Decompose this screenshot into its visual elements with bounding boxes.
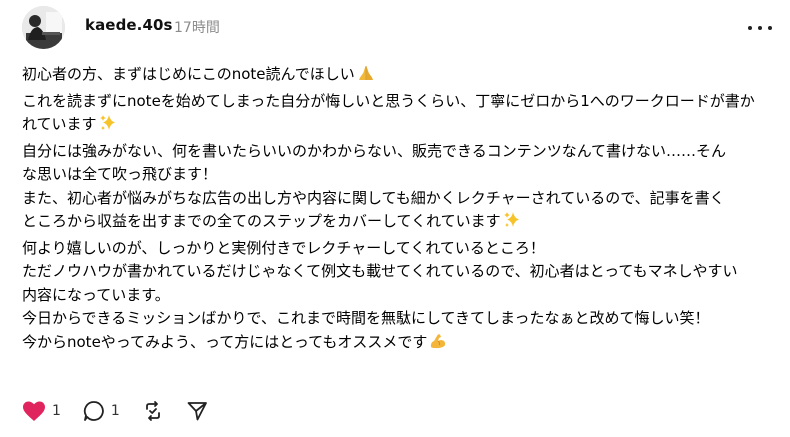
avatar[interactable]: [22, 6, 65, 49]
post-line: な思いは全て吹っ飛びます！: [22, 165, 218, 183]
post-line: これを読まずにnoteを始めてしまった自分が悔しいと思うくらい、丁寧にゼロから1…: [22, 91, 755, 110]
repost-icon: [145, 401, 160, 421]
post-body: 初心者の方、まずはじめにこのnote読んでほしい これを読まずにnoteを始めて…: [22, 63, 777, 357]
post-line: ところから収益を出すまでの全てのステップをカバーしてくれています: [22, 210, 777, 237]
share-button[interactable]: [186, 400, 208, 422]
post-line: 初心者の方、まずはじめにこのnote読んでほしい: [22, 63, 777, 90]
post-line: 自分には強みがない、何を書いたらいいのかわからない、販売できるコンテンツなんて書…: [22, 141, 726, 160]
post-line: ただノウハウが書かれているだけじゃなくて例文も載せてくれているので、初心者はとっ…: [22, 262, 738, 280]
post-header: kaede.40s 17時間: [22, 6, 772, 50]
reply-button[interactable]: 1: [83, 400, 120, 422]
username[interactable]: kaede.40s: [85, 16, 173, 34]
reply-count: 1: [110, 403, 120, 419]
like-button[interactable]: 1: [22, 400, 61, 422]
send-icon: [187, 402, 207, 421]
flexed-biceps-icon: [429, 332, 447, 358]
comment-icon: [83, 401, 104, 421]
heart-icon: [23, 401, 45, 421]
post-line: 何より嬉しいのが、しっかりと実例付きでレクチャーしてくれているところ！: [22, 238, 545, 257]
folded-hands-icon: [357, 64, 375, 90]
sparkles-icon: [99, 114, 117, 140]
post-actions: 1 1: [22, 399, 230, 423]
post-line: 今からnoteやってみよう、って方にはとってもオススメです: [22, 331, 777, 358]
post-line: れています: [22, 113, 777, 140]
post-line: 内容になっています。: [22, 285, 170, 304]
post-line: また、初心者が悩みがちな広告の出し方や内容に関しても細かくレクチャーされているの…: [22, 188, 725, 207]
like-count: 1: [52, 403, 61, 419]
more-options-icon[interactable]: [748, 18, 772, 38]
post-time: 17時間: [174, 20, 220, 36]
post-line: 今日からできるミッションばかりで、これまで時間を無駄にしてきてしまったなぁと改め…: [22, 309, 710, 327]
sparkles-icon: [503, 211, 521, 237]
repost-button[interactable]: [142, 400, 164, 422]
